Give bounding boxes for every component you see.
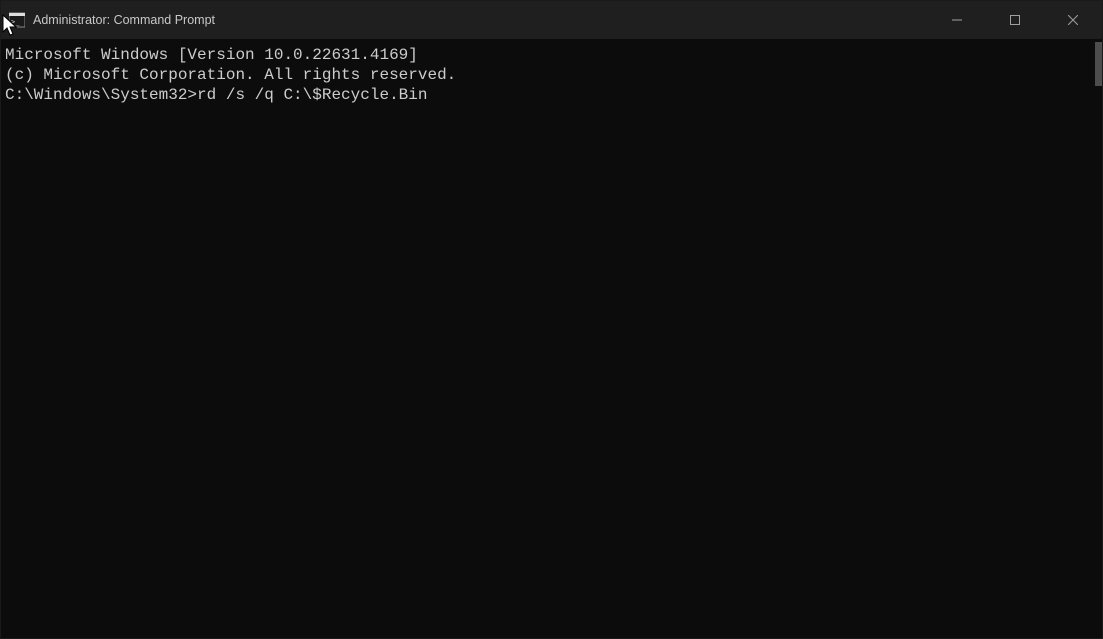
svg-text:>_: >_ xyxy=(11,18,20,26)
titlebar[interactable]: >_ Administrator: Command Prompt xyxy=(1,1,1102,39)
vertical-scrollbar-thumb[interactable] xyxy=(1095,42,1102,86)
window-controls xyxy=(928,1,1102,39)
minimize-button[interactable] xyxy=(928,1,986,39)
command-prompt-icon: >_ xyxy=(9,12,25,28)
terminal-line: Microsoft Windows [Version 10.0.22631.41… xyxy=(5,45,1098,65)
window-title: Administrator: Command Prompt xyxy=(33,13,215,27)
command-prompt-window: >_ Administrator: Command Prompt Microso… xyxy=(0,0,1103,639)
maximize-button[interactable] xyxy=(986,1,1044,39)
terminal-line: (c) Microsoft Corporation. All rights re… xyxy=(5,65,1098,85)
close-button[interactable] xyxy=(1044,1,1102,39)
terminal-output[interactable]: Microsoft Windows [Version 10.0.22631.41… xyxy=(1,39,1102,638)
terminal-line: C:\Windows\System32>rd /s /q C:\$Recycle… xyxy=(5,85,1098,105)
